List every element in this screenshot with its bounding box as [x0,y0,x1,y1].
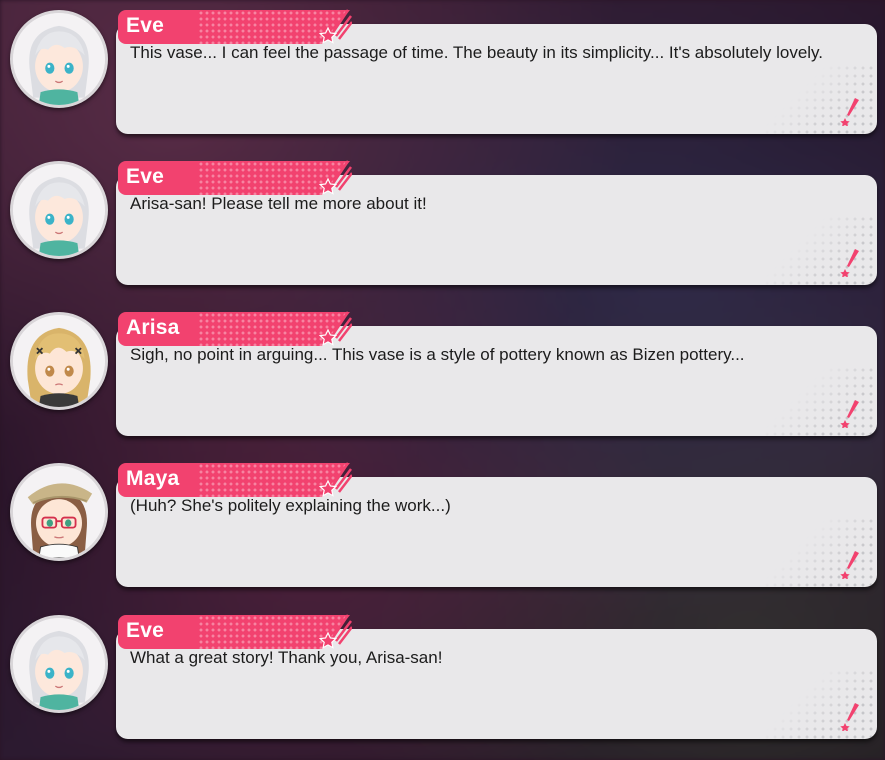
speaker-nameplate: Maya [118,463,350,497]
quill-icon [840,98,859,126]
dialogue-log[interactable]: This vase... I can feel the passage of t… [0,0,885,760]
star-burst-icon [318,160,352,195]
log-entry: What a great story! Thank you, Arisa-san… [0,605,885,745]
message-text: Sigh, no point in arguing... This vase i… [130,345,745,364]
avatar-arisa [10,312,108,410]
message-text: Arisa-san! Please tell me more about it! [130,194,427,213]
speaker-name: Arisa [126,316,180,339]
speaker-name: Eve [126,619,164,642]
quill-icon [840,551,859,579]
speaker-nameplate: Eve [118,615,350,649]
speaker-name: Eve [126,14,164,37]
star-burst-icon [318,462,352,497]
speaker-nameplate: Arisa [118,312,350,346]
message-text: What a great story! Thank you, Arisa-san… [130,648,443,667]
log-entry: Sigh, no point in arguing... This vase i… [0,302,885,442]
quill-icon [840,703,859,731]
star-burst-icon [318,9,352,44]
star-burst-icon [318,311,352,346]
quill-icon [840,249,859,277]
speaker-name: Maya [126,467,180,490]
avatar-eve [10,10,108,108]
avatar-maya [10,463,108,561]
speaker-nameplate: Eve [118,10,350,44]
avatar-eve [10,615,108,713]
log-entry: (Huh? She's politely explaining the work… [0,453,885,593]
quill-icon [840,400,859,428]
speaker-name: Eve [126,165,164,188]
star-burst-icon [318,614,352,649]
message-text: This vase... I can feel the passage of t… [130,43,824,62]
log-entry: Arisa-san! Please tell me more about it!… [0,151,885,291]
avatar-eve [10,161,108,259]
speaker-nameplate: Eve [118,161,350,195]
log-entry: This vase... I can feel the passage of t… [0,0,885,140]
message-text: (Huh? She's politely explaining the work… [130,496,451,515]
